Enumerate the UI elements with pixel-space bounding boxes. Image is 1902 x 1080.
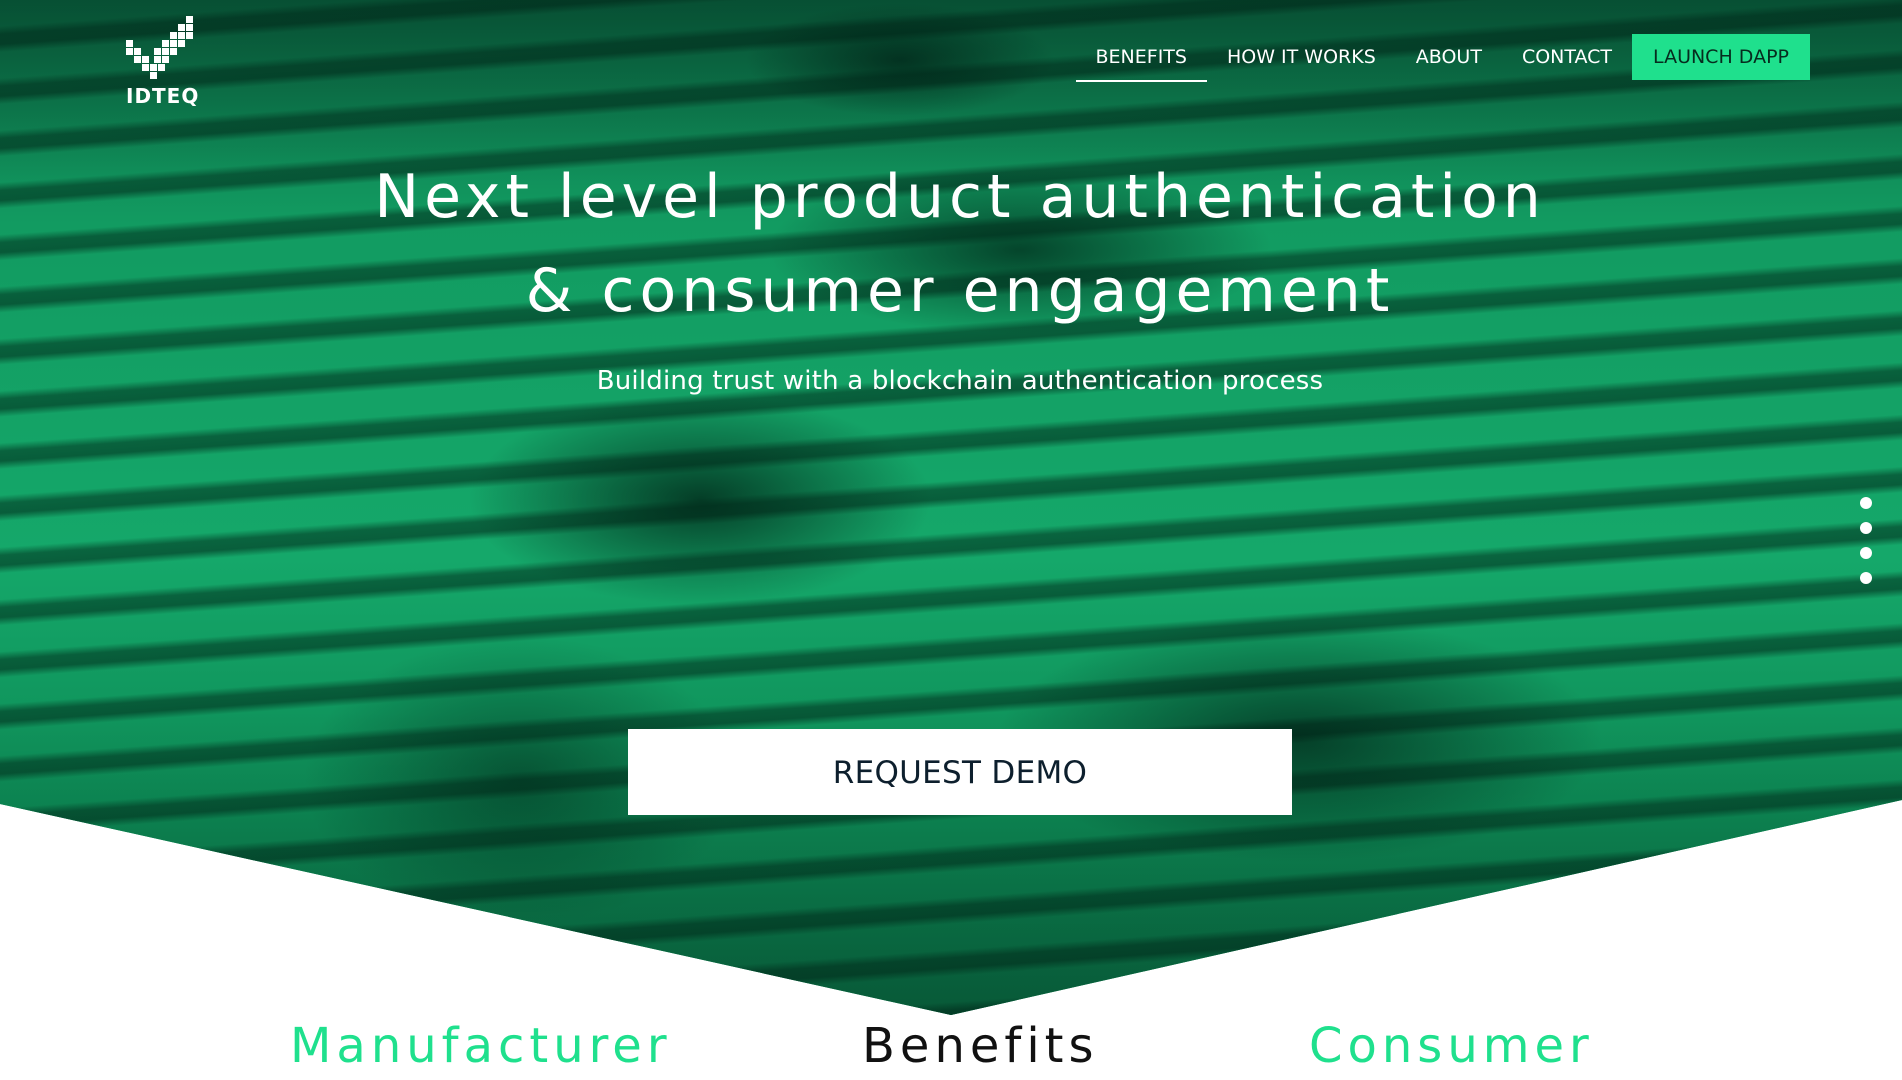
request-demo-button[interactable]: REQUEST DEMO <box>628 729 1292 815</box>
launch-dapp-button[interactable]: LAUNCH DAPP <box>1632 34 1810 80</box>
hero-headline-line-2: & consumer engagement <box>525 256 1395 326</box>
brand-name: IDTEQ <box>126 84 200 108</box>
slide-dot-2[interactable] <box>1860 522 1872 534</box>
slide-dot-1[interactable] <box>1860 497 1872 509</box>
slide-pagination <box>1860 497 1872 584</box>
slide-dot-3[interactable] <box>1860 547 1872 559</box>
nav-item-about[interactable]: ABOUT <box>1396 34 1502 80</box>
pixel-checkmark-icon <box>126 16 193 79</box>
nav-item-benefits[interactable]: BENEFITS <box>1075 34 1208 82</box>
manufacturer-heading: Manufacturer <box>290 1018 672 1074</box>
brand-logo[interactable]: IDTEQ <box>122 14 202 110</box>
main-nav: BENEFITS HOW IT WORKS ABOUT CONTACT LAUN… <box>1075 34 1810 82</box>
hero-headline-line-1: Next level product authentication <box>374 162 1546 232</box>
consumer-heading: Consumer <box>1309 1018 1594 1074</box>
benefits-heading: Benefits <box>862 1018 1099 1074</box>
landing-page: IDTEQ BENEFITS HOW IT WORKS ABOUT CONTAC… <box>0 0 1902 1080</box>
hero-headline: Next level product authentication & cons… <box>0 150 1902 338</box>
nav-item-how-it-works[interactable]: HOW IT WORKS <box>1207 34 1396 80</box>
hero-subheadline: Building trust with a blockchain authent… <box>596 366 1324 396</box>
nav-item-contact[interactable]: CONTACT <box>1502 34 1632 80</box>
slide-dot-4[interactable] <box>1860 572 1872 584</box>
